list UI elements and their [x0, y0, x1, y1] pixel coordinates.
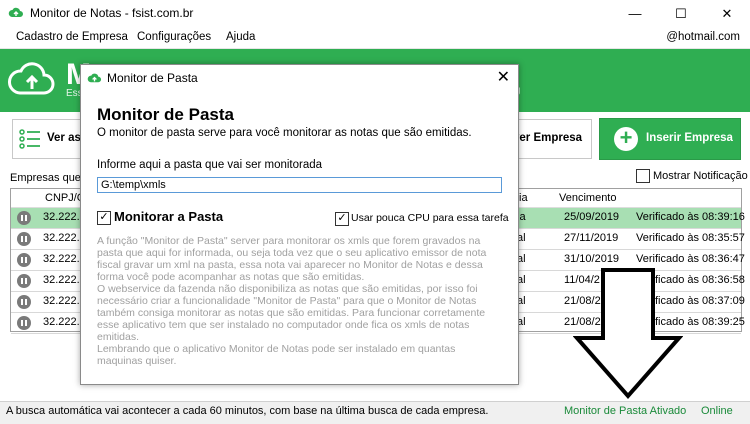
menu-cadastro-empresa[interactable]: Cadastro de Empresa [16, 31, 128, 43]
menu-configuracoes[interactable]: Configurações [137, 31, 211, 43]
pause-icon[interactable] [17, 295, 31, 309]
inserir-empresa-label: Inserir Empresa [646, 132, 733, 144]
dialog-description: O monitor de pasta serve para você monit… [97, 127, 472, 139]
cell-vencimento: 31/10/2019 [564, 253, 620, 265]
pause-icon[interactable] [17, 232, 31, 246]
ver-empresa-button[interactable]: ver Empresa [508, 119, 592, 159]
monitor-pasta-status[interactable]: Monitor de Pasta Ativado [564, 405, 686, 417]
cell-vencimento: 25/09/2019 [564, 211, 620, 223]
cell-status: Verificado às 08:39:16 [636, 211, 745, 223]
pause-icon[interactable] [17, 274, 31, 288]
monitorar-pasta-checkbox[interactable]: ✓ [97, 211, 111, 225]
header-vencimento[interactable]: Vencimento [559, 189, 616, 207]
pause-icon[interactable] [17, 253, 31, 267]
help-line: também consiga monitorar as notas que sã… [97, 307, 486, 319]
pouca-cpu-checkbox[interactable]: ✓ [335, 212, 349, 226]
account-email[interactable]: @hotmail.com [666, 31, 740, 43]
help-line: emitidas. [97, 331, 140, 343]
pause-icon[interactable] [17, 211, 31, 225]
folder-path-input[interactable] [97, 177, 502, 193]
help-line: esse aplicativo tem que ser instalado no… [97, 319, 470, 331]
folder-path-label: Informe aqui a pasta que vai ser monitor… [97, 159, 323, 171]
header-cnpj[interactable]: CNPJ/C [45, 189, 85, 207]
online-status: Online [701, 405, 733, 417]
pause-icon[interactable] [17, 316, 31, 330]
help-line: fiscal gravar um xml na pasta, essa nota… [97, 259, 483, 271]
minimize-button[interactable]: — [612, 0, 658, 27]
monitorar-pasta-label[interactable]: Monitorar a Pasta [114, 209, 223, 224]
monitor-pasta-dialog: Monitor de Pasta ✕ Monitor de Pasta O mo… [80, 64, 519, 385]
mostrar-notificacao-label[interactable]: Mostrar Notificação [653, 170, 748, 182]
status-text: A busca automática vai acontecer a cada … [6, 405, 489, 417]
ver-empresa-label: ver Empresa [513, 132, 583, 144]
dialog-help-text: A função "Monitor de Pasta" server para … [97, 235, 502, 367]
help-line: O webservice da fazenda não disponibiliz… [97, 283, 478, 295]
pouca-cpu-label[interactable]: Usar pouca CPU para essa tarefa [351, 212, 509, 224]
window-close-button[interactable]: ✕ [704, 0, 750, 27]
maximize-button[interactable]: ☐ [658, 0, 704, 27]
help-line: maquinas quiser. [97, 355, 177, 367]
header-ia[interactable]: ia [519, 189, 528, 207]
cloud-upload-logo-icon [8, 62, 55, 95]
menu-ajuda[interactable]: Ajuda [226, 31, 255, 43]
inserir-empresa-button[interactable]: + Inserir Empresa [599, 118, 741, 160]
mostrar-notificacao-checkbox[interactable] [636, 169, 650, 183]
cell-status: Verificado às 08:35:57 [636, 232, 745, 244]
dialog-title: Monitor de Pasta [107, 71, 198, 85]
empresas-label: Empresas que o [10, 172, 91, 184]
help-line: Lembrando que o aplicativo Monitor de No… [97, 343, 456, 355]
help-line: pasta que aqui for informada, ou seja to… [97, 247, 487, 259]
cell-vencimento: 27/11/2019 [564, 232, 619, 244]
plus-icon: + [614, 127, 638, 151]
help-line: forma você pode acompanhar as notas que … [97, 271, 365, 283]
help-line: A função "Monitor de Pasta" server para … [97, 235, 481, 247]
down-arrow-icon [573, 268, 683, 400]
cloud-upload-icon [87, 73, 102, 83]
window-title: Monitor de Notas - fsist.com.br [30, 6, 194, 20]
dialog-heading: Monitor de Pasta [97, 105, 234, 124]
help-line: necessário criar a funcionalidade "Monit… [97, 295, 477, 307]
cloud-upload-icon [8, 7, 23, 17]
cell-status: Verificado às 08:36:47 [636, 253, 745, 265]
ver-notas-label: Ver as [47, 132, 81, 144]
ver-notas-button[interactable]: Ver as [12, 119, 89, 159]
dialog-close-button[interactable]: ✕ [497, 67, 510, 87]
list-icon [19, 129, 40, 149]
